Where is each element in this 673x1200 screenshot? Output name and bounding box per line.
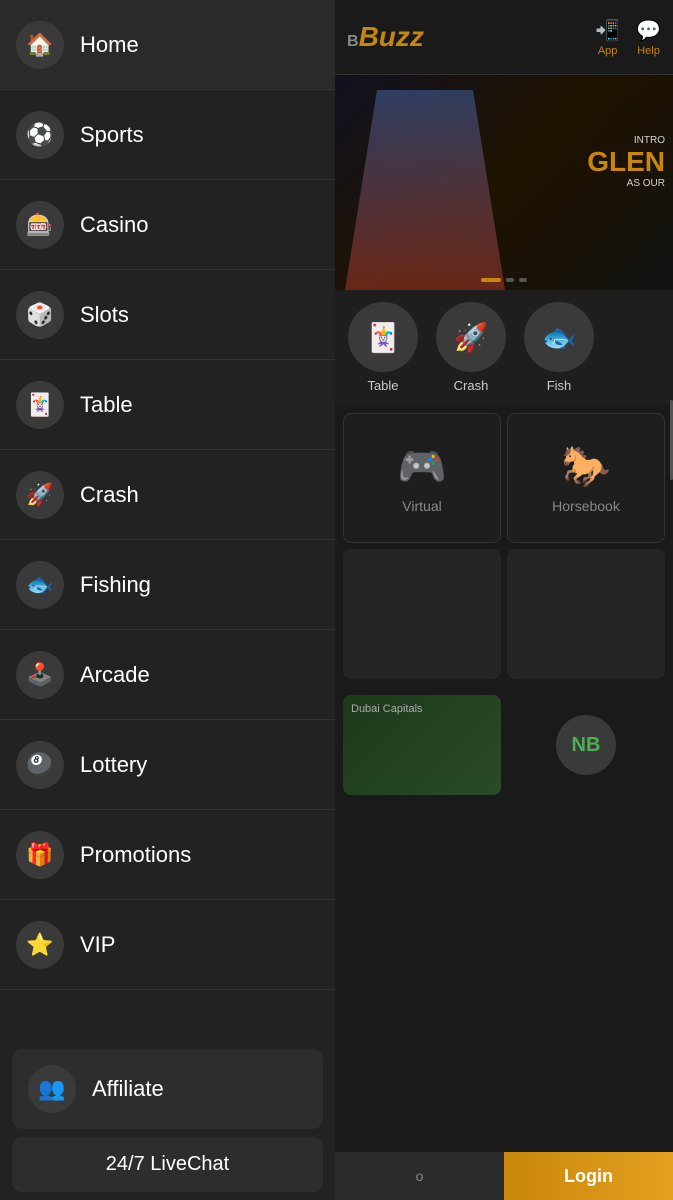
- virtual-label: Virtual: [402, 498, 441, 514]
- virtual-game-card[interactable]: 🎮 Virtual: [343, 413, 501, 543]
- crash-circle: 🚀: [436, 302, 506, 372]
- sidebar-item-arcade[interactable]: 🕹️ Arcade: [0, 630, 335, 720]
- fishing-circle: 🐟: [524, 302, 594, 372]
- sidebar-item-casino[interactable]: 🎰 Casino: [0, 180, 335, 270]
- category-fishing[interactable]: 🐟 Fish: [519, 302, 599, 393]
- crash-label: Crash: [80, 482, 139, 508]
- games-section: 🎮 Virtual 🐎 Horsebook: [335, 405, 673, 687]
- promo-label-1: Dubai Capitals: [343, 695, 501, 723]
- sidebar-item-home[interactable]: 🏠 Home: [0, 0, 335, 90]
- home-label: Home: [80, 32, 139, 58]
- category-section: 🃏 Table 🚀 Crash 🐟 Fish: [335, 290, 673, 405]
- promotions-icon: 🎁: [16, 831, 64, 879]
- promotions-label: Promotions: [80, 842, 191, 868]
- app-label: App: [598, 45, 618, 57]
- help-icon: 💬: [636, 18, 661, 43]
- affiliate-icon: 👥: [28, 1065, 76, 1113]
- horse-icon: 🐎: [561, 443, 611, 490]
- table-label: Table: [80, 392, 133, 418]
- dot-2: [519, 278, 527, 282]
- category-crash[interactable]: 🚀 Crash: [431, 302, 511, 393]
- login-button[interactable]: Login: [504, 1152, 673, 1200]
- app-button[interactable]: 📲 App: [595, 18, 620, 57]
- bottom-bar: o Login: [335, 1152, 673, 1200]
- banner-name: GLEN: [587, 146, 665, 178]
- slots-label: Slots: [80, 302, 129, 328]
- sports-icon: ⚽: [16, 111, 64, 159]
- sidebar-item-crash[interactable]: 🚀 Crash: [0, 450, 335, 540]
- sidebar-item-promotions[interactable]: 🎁 Promotions: [0, 810, 335, 900]
- brand-title: BBuzz: [347, 21, 424, 53]
- promo-card-1[interactable]: Dubai Capitals: [343, 695, 501, 795]
- empty-card-2[interactable]: [507, 549, 665, 679]
- sidebar-item-lottery[interactable]: 🎱 Lottery: [0, 720, 335, 810]
- dot-active: [481, 278, 501, 282]
- games-grid: 🎮 Virtual 🐎 Horsebook: [343, 413, 665, 679]
- crash-icon: 🚀: [16, 471, 64, 519]
- banner-text: INTRO GLEN AS OUR: [587, 135, 665, 189]
- help-button[interactable]: 💬 Help: [636, 18, 661, 57]
- sports-label: Sports: [80, 122, 144, 148]
- home-icon: 🏠: [16, 21, 64, 69]
- app-icon: 📲: [595, 18, 620, 43]
- lower-section: Dubai Capitals NB: [335, 687, 673, 803]
- help-label: Help: [637, 45, 660, 57]
- sidebar-item-fishing[interactable]: 🐟 Fishing: [0, 540, 335, 630]
- sidebar-item-sports[interactable]: ⚽ Sports: [0, 90, 335, 180]
- affiliate-label: Affiliate: [92, 1076, 164, 1102]
- livechat-label: 24/7 LiveChat: [106, 1153, 229, 1176]
- affiliate-section: 👥 Affiliate 24/7 LiveChat: [0, 1041, 335, 1200]
- fishing-icon: 🐟: [16, 561, 64, 609]
- sidebar-item-table[interactable]: 🃏 Table: [0, 360, 335, 450]
- signup-area[interactable]: o: [335, 1152, 504, 1200]
- banner-intro: INTRO: [587, 135, 665, 146]
- arcade-icon: 🕹️: [16, 651, 64, 699]
- vip-label: VIP: [80, 932, 115, 958]
- affiliate-button[interactable]: 👥 Affiliate: [12, 1049, 323, 1129]
- virtual-icon: 🎮: [397, 443, 447, 490]
- signup-text: o: [416, 1168, 424, 1184]
- header-actions: 📲 App 💬 Help: [595, 18, 661, 57]
- lottery-icon: 🎱: [16, 741, 64, 789]
- horsebook-game-card[interactable]: 🐎 Horsebook: [507, 413, 665, 543]
- header: BBuzz 📲 App 💬 Help: [335, 0, 673, 75]
- banner-sub: AS OUR: [587, 178, 665, 189]
- table-icon: 🃏: [16, 381, 64, 429]
- lottery-label: Lottery: [80, 752, 147, 778]
- fishing-label: Fishing: [80, 572, 151, 598]
- casino-icon: 🎰: [16, 201, 64, 249]
- category-row: 🃏 Table 🚀 Crash 🐟 Fish: [343, 302, 665, 393]
- slots-icon: 🎲: [16, 291, 64, 339]
- horsebook-label: Horsebook: [552, 498, 620, 514]
- brand-logo: NB: [556, 715, 616, 775]
- login-label: Login: [564, 1166, 613, 1187]
- sidebar: 🏠 Home ⚽ Sports 🎰 Casino 🎲 Slots 🃏 Table…: [0, 0, 335, 1200]
- sidebar-item-slots[interactable]: 🎲 Slots: [0, 270, 335, 360]
- vip-icon: ⭐: [16, 921, 64, 969]
- main-content: BBuzz 📲 App 💬 Help INTRO GLEN AS OUR: [335, 0, 673, 1200]
- dot-1: [506, 278, 514, 282]
- fishing-label: Fish: [547, 378, 572, 393]
- banner-dots: [481, 278, 527, 282]
- casino-label: Casino: [80, 212, 148, 238]
- arcade-label: Arcade: [80, 662, 150, 688]
- livechat-button[interactable]: 24/7 LiveChat: [12, 1137, 323, 1192]
- crash-label: Crash: [454, 378, 489, 393]
- table-circle: 🃏: [348, 302, 418, 372]
- sidebar-item-vip[interactable]: ⭐ VIP: [0, 900, 335, 990]
- category-table[interactable]: 🃏 Table: [343, 302, 423, 393]
- empty-card-1[interactable]: [343, 549, 501, 679]
- brand-card[interactable]: NB: [507, 695, 665, 795]
- table-label: Table: [367, 378, 398, 393]
- lower-grid: Dubai Capitals NB: [343, 695, 665, 795]
- banner: INTRO GLEN AS OUR: [335, 75, 673, 290]
